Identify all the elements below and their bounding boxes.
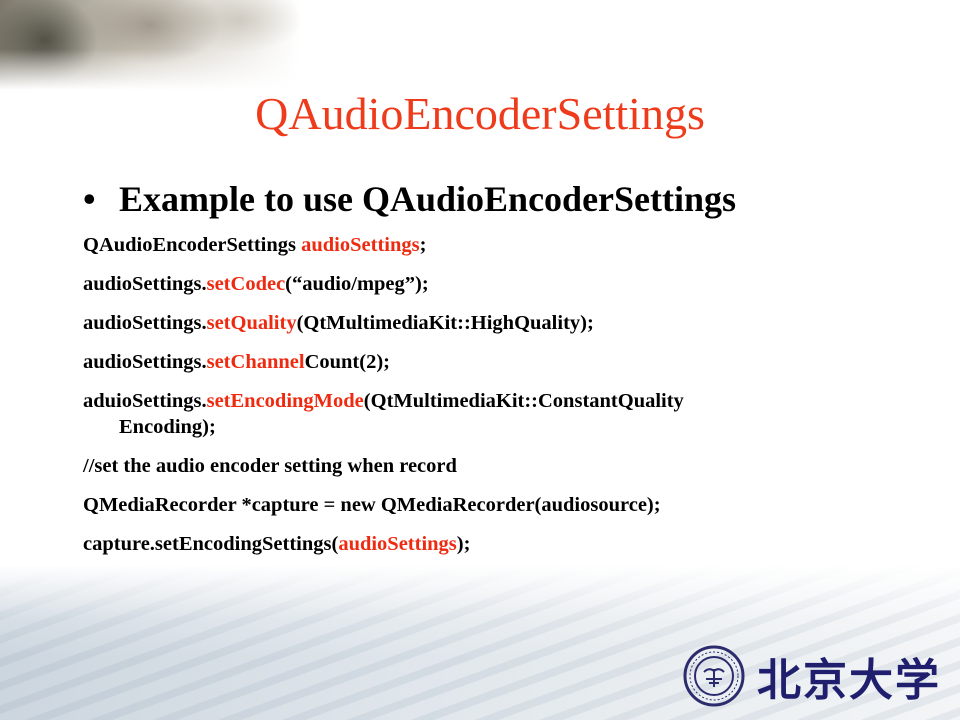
- code-line-2: audioSettings.setCodec(“audio/mpeg”);: [83, 271, 883, 297]
- code-line-7: QMediaRecorder *capture = new QMediaReco…: [83, 492, 883, 518]
- code-text: (“audio/mpeg”);: [285, 273, 429, 295]
- code-block: QAudioEncoderSettings audioSettings; aud…: [83, 232, 883, 570]
- code-line-6: //set the audio encoder setting when rec…: [83, 453, 883, 479]
- code-highlight: audioSettings: [338, 533, 457, 555]
- university-name-logo: 北京大学: [757, 655, 941, 706]
- slide-title: QAudioEncoderSettings: [255, 88, 705, 139]
- code-comment: //set the audio encoder setting when rec…: [83, 455, 457, 477]
- bullet-marker: •: [83, 179, 96, 219]
- bullet-text: Example to use QAudioEncoderSettings: [119, 179, 737, 219]
- university-logo: 北京大学: [683, 640, 953, 712]
- bullet-item: • Example to use QAudioEncoderSettings: [83, 178, 736, 220]
- code-text: ;: [419, 234, 427, 256]
- code-line-4: audioSettings.setChannelCount(2);: [83, 349, 883, 375]
- university-seal-icon: [683, 645, 745, 707]
- code-text: QAudioEncoderSettings: [83, 234, 302, 256]
- code-text: Count(2);: [304, 351, 390, 373]
- code-text: audioSettings.: [83, 351, 207, 373]
- code-line-8: capture.setEncodingSettings(audioSetting…: [83, 531, 883, 557]
- code-text: );: [456, 533, 471, 555]
- code-text: (QtMultimediaKit::HighQuality);: [296, 312, 594, 334]
- code-text: audioSettings.: [83, 273, 207, 295]
- header-photo: [0, 0, 300, 90]
- code-text: audioSettings.: [83, 312, 207, 334]
- code-line-3: audioSettings.setQuality(QtMultimediaKit…: [83, 310, 883, 336]
- code-line-1: QAudioEncoderSettings audioSettings;: [83, 232, 883, 258]
- code-continuation: Encoding);: [119, 416, 216, 438]
- code-text: capture.setEncodingSettings(: [83, 533, 339, 555]
- code-text: aduioSettings.: [83, 390, 207, 412]
- code-highlight: audioSettings: [301, 234, 420, 256]
- code-highlight: setChannel: [206, 351, 305, 373]
- code-text: QMediaRecorder *capture = new QMediaReco…: [83, 494, 661, 516]
- code-highlight: setCodec: [206, 273, 286, 295]
- code-highlight: setEncodingMode: [206, 390, 364, 412]
- code-line-5: aduioSettings.setEncodingMode(QtMultimed…: [83, 388, 883, 440]
- code-text: (QtMultimediaKit::ConstantQuality: [363, 390, 684, 412]
- code-highlight: setQuality: [206, 312, 297, 334]
